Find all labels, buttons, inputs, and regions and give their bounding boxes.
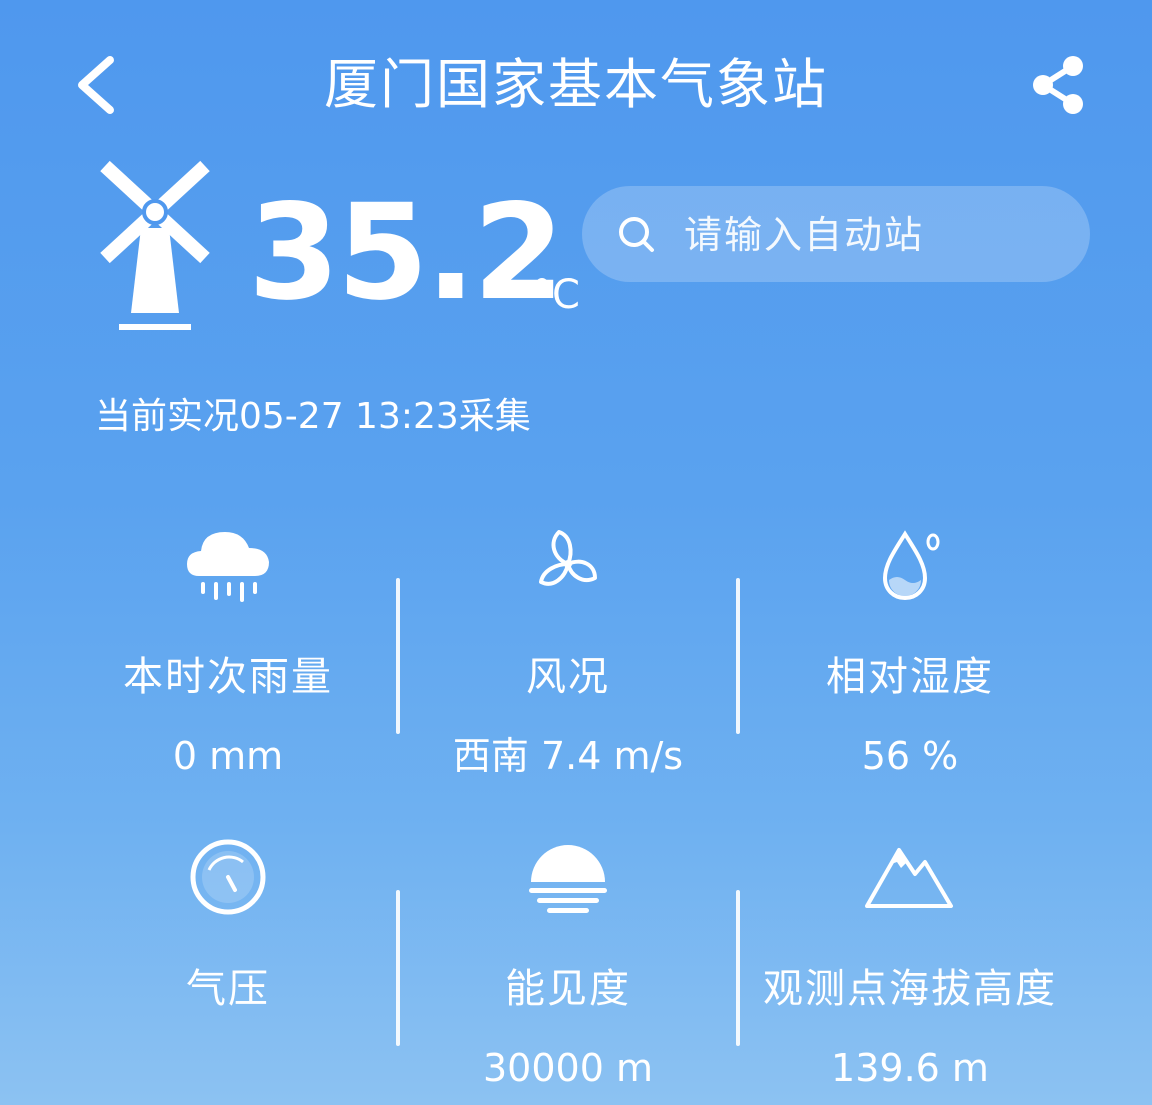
fan-wind-icon (539, 530, 597, 586)
metric-wind: 风况 西南 7.4 m/s (398, 520, 738, 782)
chevron-left-icon (78, 56, 114, 114)
share-button[interactable] (1025, 52, 1091, 118)
metric-value: 56 % (861, 734, 959, 778)
humidity-drop-icon (882, 530, 940, 601)
metric-label: 风况 (526, 654, 610, 700)
search-input[interactable] (682, 206, 1066, 264)
temperature-value: 35.2 (248, 176, 565, 330)
share-icon (1033, 56, 1083, 114)
metric-visibility: 能见度 30000 m (398, 832, 738, 1094)
metric-label: 本时次雨量 (123, 654, 333, 700)
page-title: 厦门国家基本气象站 (324, 53, 828, 116)
back-button[interactable] (70, 50, 130, 120)
observation-time: 当前实况05-27 13:23采集 (95, 396, 531, 437)
metric-label: 能见度 (505, 966, 631, 1012)
temperature-unit: °C (532, 272, 580, 318)
metric-rainfall: 本时次雨量 0 mm (58, 520, 398, 782)
metric-humidity: 相对湿度 56 % (740, 520, 1080, 782)
metric-altitude: 观测点海拔高度 139.6 m (740, 832, 1080, 1094)
metric-label: 观测点海拔高度 (763, 966, 1057, 1012)
station-search[interactable] (582, 186, 1090, 282)
metric-value: 西南 7.4 m/s (452, 734, 684, 778)
metric-label: 相对湿度 (826, 654, 994, 700)
metric-value: 0 mm (172, 734, 284, 778)
metric-pressure: 气压 (58, 832, 398, 1094)
windmill-icon (95, 158, 215, 338)
metric-value: 30000 m (483, 1046, 653, 1090)
search-icon (619, 217, 654, 252)
visibility-sun-icon (529, 845, 607, 913)
mountain-icon (865, 848, 953, 908)
rain-cloud-icon (187, 532, 269, 602)
metric-value: 139.6 m (831, 1046, 989, 1090)
pressure-gauge-icon (190, 839, 266, 915)
metric-value-obscured (58, 1042, 398, 1094)
metric-label: 气压 (186, 966, 270, 1012)
